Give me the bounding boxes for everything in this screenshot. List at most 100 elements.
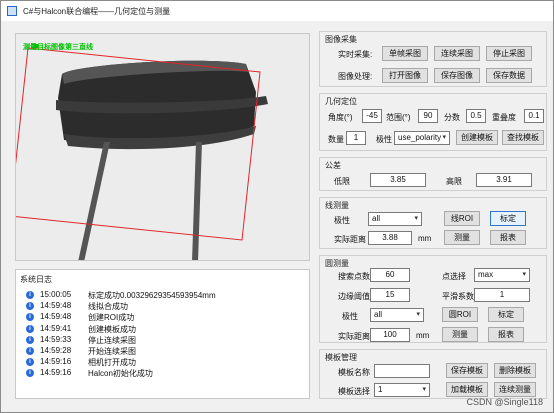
circle-roi-button[interactable]: 圆ROI	[442, 307, 478, 322]
search-points-input[interactable]: 60	[370, 268, 410, 282]
continuous-capture-button[interactable]: 连续采图	[434, 46, 480, 61]
load-template-button[interactable]: 加载模板	[446, 382, 488, 397]
log-entry: i 14:59:48 线拟合成功	[26, 301, 306, 312]
point-select-dropdown[interactable]: max ▾	[474, 268, 530, 282]
info-icon: i	[26, 324, 34, 333]
smooth-input[interactable]: 1	[474, 288, 530, 302]
score-label: 分数	[444, 113, 460, 122]
template-select[interactable]: 1 ▾	[374, 383, 430, 397]
log-list[interactable]: i 15:00:05 标定成功0.0032962935459395​4mm i 14:…	[26, 290, 306, 380]
log-time: 14:59:41	[40, 323, 72, 333]
find-template-button[interactable]: 查找模板	[502, 130, 544, 145]
info-icon: i	[26, 291, 34, 299]
processing-label: 图像处理:	[338, 72, 373, 81]
log-time: 15:00:05	[40, 290, 72, 299]
info-icon: i	[26, 335, 34, 344]
chevron-down-icon: ▾	[414, 215, 418, 222]
part-body	[56, 60, 268, 150]
polarity-select[interactable]: use_polarity ▾	[394, 131, 450, 145]
count-label: 数量	[328, 135, 344, 144]
template-name-label: 模板名称	[338, 368, 370, 377]
line-distance-input[interactable]: 3.88	[368, 231, 412, 245]
circle-polarity-select[interactable]: all ▾	[370, 308, 424, 322]
log-entry: i 15:00:05 标定成功0.0032962935459395​4mm	[26, 290, 306, 301]
info-icon: i	[26, 346, 34, 355]
group-title: 公差	[324, 160, 342, 171]
score-input[interactable]: 0.5	[466, 109, 486, 123]
group-title: 几何定位	[324, 96, 358, 107]
group-title: 圆测量	[324, 258, 350, 269]
range-input[interactable]: 90	[418, 109, 438, 123]
save-image-button[interactable]: 保存图像	[434, 68, 480, 83]
save-data-button[interactable]: 保存数据	[486, 68, 532, 83]
log-message: 标定成功0.0032962935459395​4mm	[88, 291, 216, 300]
line-polarity-value: all	[372, 214, 381, 223]
single-capture-button[interactable]: 单帧采图	[382, 46, 428, 61]
stop-capture-button[interactable]: 停止采图	[486, 46, 532, 61]
line-measure-button[interactable]: 测量	[444, 230, 480, 245]
overlay-label: 测量目标图像第三直线	[23, 44, 93, 51]
template-manage-group: 模板管理 模板名称 保存模板 删除模板 模板选择 1 ▾ 加载模板 连续测量	[319, 349, 547, 399]
main-window: C#与Halcon联合编程——几何定位与测量 测量目标图像第三直线 系统日志 i…	[0, 0, 554, 413]
overlap-label: 重叠度	[492, 113, 516, 122]
log-entry: i 14:59:16 相机打开成功	[26, 357, 306, 368]
search-points-label: 搜索点数	[338, 272, 370, 281]
edge-threshold-input[interactable]: 15	[370, 288, 410, 302]
image-acquisition-group: 图像采集 实时采集: 单帧采图 连续采图 停止采图 图像处理: 打开图像 保存图…	[319, 31, 547, 87]
window-title: C#与Halcon联合编程——几何定位与测量	[23, 7, 171, 16]
circle-calibrate-button[interactable]: 标定	[488, 307, 524, 322]
continuous-measure-button[interactable]: 连续测量	[494, 382, 536, 397]
circle-distance-input[interactable]: 100	[370, 328, 410, 342]
angle-label: 角度(°)	[328, 113, 353, 122]
log-entry: i 14:59:41 创建模板成功	[26, 324, 306, 335]
log-time: 14:59:16	[40, 357, 72, 367]
delete-template-button[interactable]: 删除模板	[494, 363, 536, 378]
overlap-input[interactable]: 0.1	[524, 109, 544, 123]
polarity-select-value: use_polarity	[398, 133, 442, 142]
open-image-button[interactable]: 打开图像	[382, 68, 428, 83]
info-icon: i	[26, 302, 34, 311]
high-limit-label: 高限	[446, 177, 462, 186]
circle-measure-button[interactable]: 测量	[442, 327, 478, 342]
count-input[interactable]: 1	[346, 131, 366, 145]
log-time: 14:59:28	[40, 345, 72, 355]
capacitor-image	[16, 34, 309, 260]
line-unit-label: mm	[418, 234, 432, 243]
system-log-title: 系统日志	[20, 275, 52, 284]
edge-threshold-label: 边缘阈值	[338, 292, 370, 301]
log-message: 相机打开成功	[88, 358, 136, 368]
line-roi-button[interactable]: 线ROI	[444, 211, 480, 226]
line-report-button[interactable]: 报表	[490, 230, 526, 245]
chevron-down-icon: ▾	[422, 386, 426, 393]
log-message: 开始连续采图	[88, 346, 136, 356]
point-select-label: 点选择	[442, 272, 466, 281]
watermark: CSDN @Single118	[466, 397, 543, 407]
circle-measure-group: 圆测量 搜索点数 60 点选择 max ▾ 边缘阈值 15 平滑系数 1 极性 a…	[319, 255, 547, 343]
chevron-down-icon: ▾	[416, 311, 420, 318]
geo-locate-group: 几何定位 角度(°) -45 范围(°) 90 分数 0.5 重叠度 0.1 数…	[319, 93, 547, 151]
line-measure-group: 线测量 极性 all ▾ 线ROI 标定 实际距离 3.88 mm 测量 报表	[319, 197, 547, 249]
log-entry: i 14:59:33 停止连续采图	[26, 335, 306, 346]
circle-polarity-value: all	[374, 310, 383, 319]
log-message: 创建模板成功	[88, 324, 136, 334]
template-name-input[interactable]	[374, 364, 430, 378]
high-limit-input[interactable]: 3.91	[476, 173, 532, 187]
line-polarity-select[interactable]: all ▾	[368, 212, 422, 226]
save-template-button[interactable]: 保存模板	[446, 363, 488, 378]
create-template-button[interactable]: 创建模板	[456, 130, 498, 145]
line-calibrate-button[interactable]: 标定	[490, 211, 526, 226]
log-entry: i 14:59:48 创建ROI成功	[26, 312, 306, 323]
log-message: 线拟合成功	[88, 302, 128, 312]
point-select-value: max	[478, 270, 494, 279]
group-title: 图像采集	[324, 34, 358, 45]
template-select-value: 1	[378, 385, 383, 394]
range-label: 范围(°)	[386, 113, 411, 122]
group-title: 模板管理	[324, 352, 358, 363]
circle-report-button[interactable]: 报表	[488, 327, 524, 342]
image-viewer[interactable]: 测量目标图像第三直线	[15, 33, 310, 261]
low-limit-input[interactable]: 3.85	[370, 173, 426, 187]
angle-input[interactable]: -45	[362, 109, 382, 123]
smooth-label: 平滑系数	[442, 292, 474, 301]
chevron-down-icon: ▾	[522, 271, 526, 278]
line-polarity-label: 极性	[334, 216, 350, 225]
